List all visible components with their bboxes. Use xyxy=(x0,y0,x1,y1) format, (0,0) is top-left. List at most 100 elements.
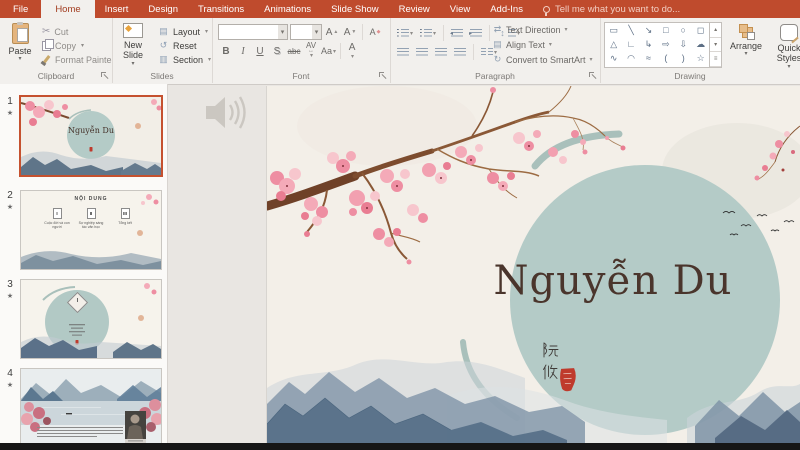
shapes-scroll-down[interactable]: ▾ xyxy=(710,38,721,53)
slide-canvas[interactable]: Nguyễn Du xyxy=(267,86,800,443)
quick-styles-label: Quick Styles xyxy=(772,43,800,71)
increase-indent-icon: ▸ xyxy=(469,28,483,38)
layout-icon: ▤ xyxy=(159,26,168,36)
shape-arrow-line[interactable]: ↘ xyxy=(645,25,653,35)
format-painter-button[interactable]: Format Painter xyxy=(42,53,112,66)
group-drawing: ▭ ╲ ↘ □ ○ ◻ △ ∟ ↳ ⇨ ⇩ ☁ ∿ ◠ ≈ ( ) ☆ ▴ ▾ … xyxy=(600,18,800,83)
clear-formatting-button[interactable]: A ◆ xyxy=(367,25,383,40)
reset-label: Reset xyxy=(173,40,197,51)
character-spacing-button[interactable]: AV ↔ xyxy=(303,41,319,59)
tab-transitions[interactable]: Transitions xyxy=(188,0,254,18)
align-text-label: Align Text xyxy=(506,39,545,50)
paste-button[interactable]: Paste xyxy=(4,22,36,63)
slide-2-thumbnail[interactable]: NỘI DUNG I Cuộc đời và con người II Sự n… xyxy=(20,190,162,270)
tab-view[interactable]: View xyxy=(440,0,480,18)
copy-button[interactable]: Copy xyxy=(42,38,84,52)
shape-star[interactable]: ☆ xyxy=(697,53,705,63)
tab-animations[interactable]: Animations xyxy=(254,0,321,18)
align-center-button[interactable] xyxy=(414,45,430,59)
tab-home[interactable]: Home xyxy=(41,0,95,18)
align-text-button[interactable]: ▤ Align Text xyxy=(492,39,552,50)
decrease-indent-icon: ◂ xyxy=(450,28,464,38)
slide-3-marker: I xyxy=(76,298,79,304)
shape-rectangle[interactable]: □ xyxy=(663,25,668,35)
shape-line[interactable]: ╲ xyxy=(628,25,633,35)
shape-elbow[interactable]: ∟ xyxy=(627,39,636,49)
shape-rounded-rect[interactable]: ◻ xyxy=(697,25,704,35)
clipboard-dialog-launcher[interactable] xyxy=(101,72,109,80)
cut-button[interactable]: ✂ Cut xyxy=(42,25,68,38)
drawing-group-label: Drawing xyxy=(674,71,706,81)
font-color-button[interactable]: A xyxy=(344,42,360,59)
paragraph-dialog-launcher[interactable] xyxy=(589,72,597,80)
tab-review[interactable]: Review xyxy=(389,0,440,18)
strikethrough-button[interactable]: abc xyxy=(286,44,302,59)
slide-1-thumbnail[interactable]: Nguyễn Du xyxy=(19,95,163,177)
font-dialog-launcher[interactable] xyxy=(379,72,387,80)
shape-textbox[interactable]: ▭ xyxy=(609,25,618,35)
slide-2-item-2: II Sự nghiệp sáng tác văn học xyxy=(76,208,106,229)
section-button[interactable]: ▥ Section xyxy=(158,53,211,66)
shapes-gallery: ▭ ╲ ↘ □ ○ ◻ △ ∟ ↳ ⇨ ⇩ ☁ ∿ ◠ ≈ ( ) ☆ ▴ ▾ … xyxy=(604,22,722,68)
italic-button[interactable]: I xyxy=(235,44,251,59)
tab-file[interactable]: File xyxy=(0,0,41,18)
slide-3-thumbnail[interactable]: I xyxy=(20,279,162,359)
font-name-combo[interactable] xyxy=(218,24,288,40)
shrink-font-button[interactable]: A ▼ xyxy=(342,25,358,40)
tab-slide-show[interactable]: Slide Show xyxy=(321,0,389,18)
tab-add-ins[interactable]: Add-Ins xyxy=(480,0,533,18)
align-right-button[interactable] xyxy=(433,45,449,59)
arrange-button[interactable]: Arrange xyxy=(726,24,766,58)
align-left-button[interactable] xyxy=(395,45,411,59)
layout-button[interactable]: ▤ Layout xyxy=(158,25,208,38)
tell-me-box[interactable]: Tell me what you want to do... xyxy=(542,0,680,18)
slide-title[interactable]: Nguyễn Du xyxy=(463,258,763,304)
group-clipboard: Paste ✂ Cut Copy Format Painter Clipboar… xyxy=(0,18,113,83)
shape-arc[interactable]: ◠ xyxy=(627,53,635,63)
shapes-gallery-scrollbar: ▴ ▾ ≡ xyxy=(709,23,721,68)
slide-2-item-3: III Tổng kết xyxy=(110,208,140,225)
shape-cloud[interactable]: ☁ xyxy=(696,39,705,49)
quick-styles-button[interactable]: Quick Styles xyxy=(772,24,800,71)
underline-button[interactable]: U xyxy=(252,44,268,59)
copy-icon xyxy=(42,38,54,51)
shape-elbow-arrow[interactable]: ↳ xyxy=(645,39,653,49)
section-icon: ▥ xyxy=(159,54,168,64)
slide-3-animation-star: ★ xyxy=(6,293,14,300)
shape-right-arrow[interactable]: ⇨ xyxy=(662,39,670,49)
shapes-more-button[interactable]: ≡ xyxy=(710,52,721,68)
slide-2-art xyxy=(21,191,161,269)
bullets-icon xyxy=(397,28,409,38)
justify-icon xyxy=(454,47,466,57)
text-direction-button[interactable]: ⇄ Text Direction xyxy=(492,24,568,35)
slide-thumbnail-panel: 1 ★ Nguyễn Du 2 ★ NỘI DUNG I Cuộc đời và… xyxy=(0,84,168,443)
shape-curve[interactable]: ≈ xyxy=(646,53,651,63)
new-slide-button[interactable]: New Slide xyxy=(118,23,148,68)
bold-button[interactable]: B xyxy=(218,44,234,59)
convert-smartart-button[interactable]: ↻ Convert to SmartArt xyxy=(492,54,593,65)
change-case-button[interactable]: Aa xyxy=(320,44,337,59)
reset-button[interactable]: ↺ Reset xyxy=(158,39,197,52)
tab-insert[interactable]: Insert xyxy=(95,0,139,18)
numbering-button[interactable] xyxy=(418,26,438,40)
text-shadow-button[interactable]: S xyxy=(269,44,285,59)
tab-design[interactable]: Design xyxy=(138,0,188,18)
clipboard-group-label: Clipboard xyxy=(37,71,75,81)
shape-right-brace[interactable]: ) xyxy=(682,53,685,63)
layout-label: Layout xyxy=(173,26,201,37)
increase-indent-button[interactable]: ▸ xyxy=(468,26,484,40)
audio-speaker-icon[interactable] xyxy=(204,92,256,134)
shapes-scroll-up[interactable]: ▴ xyxy=(710,23,721,38)
bullets-button[interactable] xyxy=(395,26,415,40)
shape-left-brace[interactable]: ( xyxy=(664,53,667,63)
grow-font-button[interactable]: A ▲ xyxy=(324,25,340,40)
shape-scribble[interactable]: ∿ xyxy=(610,53,618,63)
shape-down-arrow[interactable]: ⇩ xyxy=(679,39,687,49)
decrease-indent-button[interactable]: ◂ xyxy=(449,26,465,40)
slide-4-thumbnail[interactable] xyxy=(20,368,162,443)
numbering-icon xyxy=(420,28,433,38)
shape-triangle[interactable]: △ xyxy=(610,39,617,49)
justify-button[interactable] xyxy=(452,45,468,59)
shape-ellipse[interactable]: ○ xyxy=(681,25,686,35)
font-size-combo[interactable] xyxy=(290,24,322,40)
